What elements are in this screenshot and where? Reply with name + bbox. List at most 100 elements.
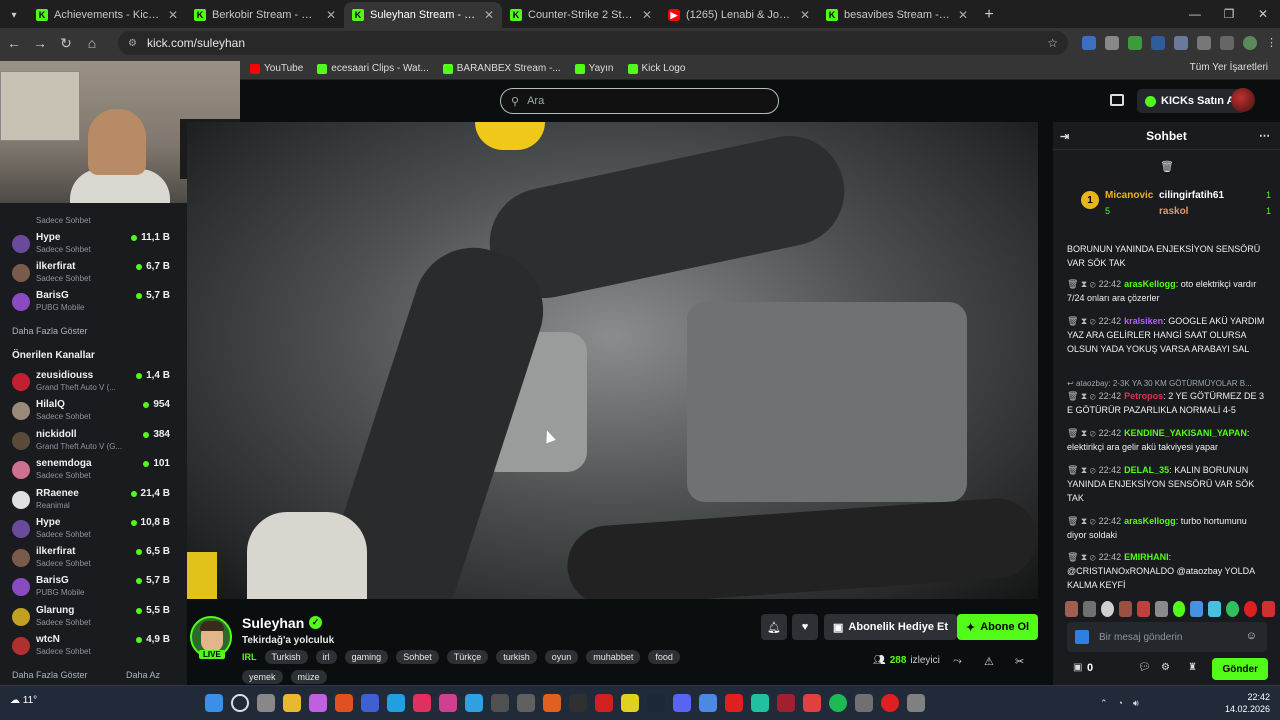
leaderboard-user[interactable]: raskol (1159, 206, 1188, 217)
minimize-icon[interactable]: — (1178, 0, 1212, 28)
sidebar-channel[interactable]: ilkerfirat Sadece Sohbet 6,7 B (12, 260, 178, 288)
extension-icon[interactable] (1082, 36, 1096, 50)
mod-actions-icon[interactable]: 🗑︎ ⧗ ⊘ (1067, 316, 1096, 326)
profile-icon[interactable] (1243, 36, 1257, 50)
browser-tab[interactable]: ▶ (1265) Lenabi & Josef - Ankara ✕ (660, 2, 818, 28)
bookmark-star-icon[interactable]: ☆ (1047, 36, 1058, 50)
trash-icon[interactable]: 🗑︎ (1160, 160, 1174, 173)
app-icon[interactable] (751, 694, 769, 712)
follow-button[interactable]: ♥ (792, 614, 818, 640)
close-icon[interactable]: ✕ (326, 8, 336, 22)
tag[interactable]: gaming (344, 650, 389, 664)
bookmark-item[interactable]: BARANBEX Stream -... (442, 63, 561, 74)
streamer-name[interactable]: Suleyhan (242, 615, 304, 631)
gift-subscription-button[interactable]: ▣ Abonelik Hediye Et (824, 614, 958, 640)
app-icon[interactable] (361, 694, 379, 712)
video-player[interactable] (187, 122, 1038, 599)
tab-search-button[interactable]: ▾ (0, 2, 28, 28)
sidebar-channel[interactable]: HilalQ Sadece Sohbet 954 (12, 398, 178, 426)
category-link[interactable]: IRL (242, 652, 257, 662)
sidebar-channel[interactable]: senemdoga Sadece Sohbet 101 (12, 457, 178, 485)
app-icon[interactable] (543, 694, 561, 712)
message-user[interactable]: KENDINE_YAKISANI_YAPAN (1124, 428, 1247, 438)
report-icon[interactable]: ⚠ (984, 655, 994, 668)
app-icon[interactable] (855, 694, 873, 712)
emote-icon[interactable] (1118, 601, 1132, 617)
emote-icon[interactable] (1172, 601, 1186, 617)
bookmark-item[interactable]: ecesaari Clips - Wat... (317, 63, 429, 74)
show-more-link[interactable]: Daha Fazla Göster (12, 326, 88, 336)
site-info-icon[interactable]: ⚙ (128, 38, 137, 49)
task-view-icon[interactable] (257, 694, 275, 712)
message-user[interactable]: EMIRHANI (1124, 552, 1169, 562)
subscribe-button[interactable]: ✦ Abone Ol (957, 614, 1039, 640)
app-icon[interactable] (491, 694, 509, 712)
kicks-buy-button[interactable]: KICKs Satın Al (1137, 89, 1246, 113)
start-icon[interactable] (205, 694, 223, 712)
sidebar-channel[interactable]: RRaenee Reanimal 21,4 B (12, 487, 178, 515)
extension-icon[interactable] (1151, 36, 1165, 50)
url-input[interactable]: ⚙ kick.com/suleyhan ☆ (118, 31, 1068, 55)
media-icon[interactable] (1220, 36, 1234, 50)
emote-icon[interactable] (1190, 601, 1204, 617)
emote-icon[interactable] (1136, 601, 1150, 617)
sidebar-channel[interactable]: Glarung Sadece Sohbet 5,5 B (12, 604, 178, 632)
leaderboard-user[interactable]: cilingirfatih61 (1159, 190, 1224, 201)
sidebar-channel[interactable]: Hype Sadece Sohbet 11,1 B (12, 231, 178, 259)
message-user[interactable]: Petropos (1124, 391, 1163, 401)
discord-icon[interactable] (673, 694, 691, 712)
settings-icon[interactable]: ⚙ (1161, 662, 1170, 673)
send-button[interactable]: Gönder (1212, 658, 1268, 680)
more-options-icon[interactable]: ⋯ (1259, 129, 1270, 142)
maximize-icon[interactable]: ❐ (1212, 0, 1246, 28)
tray-arrow-icon[interactable]: ⌃ (1100, 698, 1108, 709)
browser-tab[interactable]: K Counter-Strike 2 Streaming - Li ✕ (502, 2, 660, 28)
theater-mode-icon[interactable] (1110, 94, 1124, 106)
sidebar-channel[interactable]: ilkerfirat Sadece Sohbet 6,5 B (12, 545, 178, 573)
bookmark-item[interactable]: Yayın (574, 63, 614, 74)
browser-tab[interactable]: K Achievements - Kick Dashboard ✕ (28, 2, 186, 28)
browser-tab[interactable]: Kbesavibes Stream - Watch Live ✕ (818, 2, 976, 28)
emote-icon[interactable] (1154, 601, 1168, 617)
instagram-icon[interactable] (439, 694, 457, 712)
extension-icon[interactable] (1128, 36, 1142, 50)
app-icon[interactable] (621, 694, 639, 712)
tag[interactable]: food (648, 650, 680, 664)
show-more-link[interactable]: Daha Fazla Göster (12, 670, 88, 680)
weather-widget[interactable]: ☁ 11° (10, 695, 37, 706)
emote-icon[interactable] (1082, 601, 1096, 617)
emote-icon[interactable] (1262, 601, 1276, 617)
mod-actions-icon[interactable]: 🗑︎ ⧗ ⊘ (1067, 279, 1096, 289)
emote-icon[interactable] (1226, 601, 1240, 617)
points-icon[interactable]: ▣ (1073, 662, 1082, 673)
tag[interactable]: müze (290, 670, 327, 684)
browser-tab[interactable]: K Berkobir Stream - Watch Live o ✕ (186, 2, 344, 28)
close-icon[interactable]: ✕ (484, 8, 494, 22)
chat-message-input[interactable]: Bir mesaj gönderin ☺ (1067, 622, 1267, 652)
tag[interactable]: turkish (496, 650, 537, 664)
tag[interactable]: oyun (544, 650, 579, 664)
brave-icon[interactable] (335, 694, 353, 712)
chrome-icon[interactable] (699, 694, 717, 712)
emote-icon[interactable] (1100, 601, 1114, 617)
mod-actions-icon[interactable]: 🗑︎ ⧗ ⊘ (1067, 516, 1096, 526)
volume-icon[interactable]: 🔊︎ (1133, 698, 1139, 709)
sidebar-channel[interactable]: zeusidiouss Grand Theft Auto V (... 1,4 B (12, 369, 178, 397)
close-icon[interactable]: ✕ (168, 8, 178, 22)
app-icon[interactable] (803, 694, 821, 712)
clip-icon[interactable]: ✂ (1015, 655, 1024, 668)
mod-actions-icon[interactable]: 🗑︎ ⧗ ⊘ (1067, 465, 1096, 475)
close-icon[interactable]: ✕ (642, 8, 652, 22)
file-explorer-icon[interactable] (283, 694, 301, 712)
sidebar-channel[interactable]: Hype Sadece Sohbet 10,8 B (12, 516, 178, 544)
tag[interactable]: muhabbet (586, 650, 641, 664)
settings-icon[interactable] (907, 694, 925, 712)
shield-icon[interactable]: ♜ (1188, 662, 1197, 673)
home-icon[interactable]: ⌂ (80, 31, 104, 55)
edge-icon[interactable] (387, 694, 405, 712)
app-icon[interactable] (777, 694, 795, 712)
steam-icon[interactable] (647, 694, 665, 712)
tag[interactable]: Sohbet (396, 650, 439, 664)
puzzle-icon[interactable] (1197, 36, 1211, 50)
mod-actions-icon[interactable]: 🗑︎ ⧗ ⊘ (1067, 428, 1096, 438)
